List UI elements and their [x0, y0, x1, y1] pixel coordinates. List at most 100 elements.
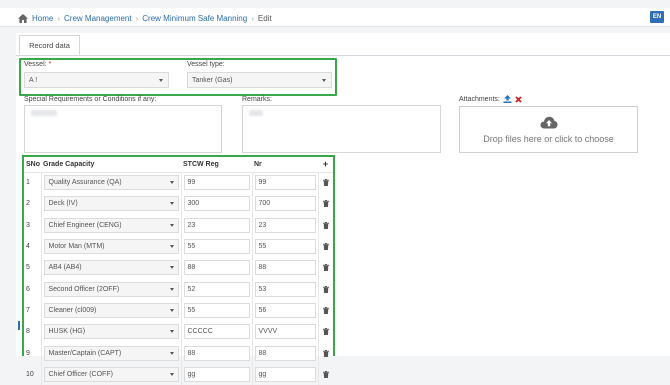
row-sno: 9	[26, 349, 30, 357]
row-delete-cell	[317, 299, 333, 322]
remarks-label: Remarks:	[242, 96, 272, 103]
special-requirements-label: Special Requirements or Conditions if an…	[24, 96, 157, 103]
row-grade-cell: Chief Officer (COFF)	[40, 363, 181, 385]
table-header-row: SNo Grade Capacity STCW Reg Nr +	[24, 157, 333, 173]
table-row: 5 AB4 (AB4) 88 88	[24, 257, 333, 279]
add-row-button[interactable]: +	[318, 157, 333, 173]
stcw-reg-input[interactable]: 300	[183, 196, 250, 212]
nr-input[interactable]: 23	[254, 217, 316, 233]
remarks-textarea[interactable]	[242, 105, 441, 153]
table-row: 7 Cleaner (cl009) 55 56	[24, 299, 333, 322]
table-row: 2 Deck (IV) 300 700	[24, 193, 333, 215]
nr-input[interactable]: 88	[254, 260, 316, 276]
tab-record-data[interactable]: Record data	[19, 35, 80, 55]
nr-input[interactable]: gg	[254, 366, 316, 382]
breadcrumb-current: Edit	[257, 13, 272, 23]
redacted-text	[31, 110, 57, 116]
stcw-reg-input[interactable]: gg	[183, 366, 250, 382]
grade-capacity-select[interactable]: Cleaner (cl009)	[43, 302, 179, 318]
trash-icon[interactable]	[321, 285, 332, 293]
grade-capacity-select[interactable]: AB4 (AB4)	[43, 260, 179, 276]
special-requirements-textarea[interactable]	[24, 105, 222, 153]
stcw-reg-input[interactable]: 88	[183, 260, 250, 276]
row-delete-cell	[317, 172, 333, 194]
nr-input[interactable]: 56	[254, 302, 316, 318]
language-button[interactable]: EN	[650, 11, 664, 23]
scroll-marker	[18, 321, 20, 330]
trash-icon[interactable]	[321, 179, 332, 187]
nr-input[interactable]: 700	[254, 196, 316, 212]
chevron-down-icon	[169, 245, 174, 249]
trash-icon[interactable]	[321, 306, 332, 314]
row-stcw-cell: 23	[180, 214, 252, 236]
chevron-down-icon	[169, 308, 174, 312]
grade-capacity-select[interactable]: Master/Captain (CAPT)	[43, 345, 179, 361]
row-grade-cell: Chief Engineer (CENG)	[40, 214, 181, 236]
vessel-type-select[interactable]: Tanker (Gas)	[187, 72, 332, 88]
nr-input[interactable]: VVVV	[254, 324, 316, 340]
tab-divider	[16, 55, 670, 56]
row-nr-cell: 700	[251, 193, 318, 215]
stcw-reg-input[interactable]: 88	[183, 345, 250, 361]
file-dropzone[interactable]: Drop files here or click to choose	[459, 106, 638, 153]
home-icon[interactable]	[18, 13, 28, 23]
breadcrumb-home[interactable]: Home	[32, 14, 53, 23]
grade-capacity-select[interactable]: Deck (IV)	[43, 196, 179, 212]
breadcrumb-separator: ›	[57, 13, 61, 23]
row-delete-cell	[317, 363, 333, 385]
stcw-reg-input[interactable]: 52	[183, 281, 250, 297]
cloud-upload-icon	[540, 116, 558, 131]
stcw-reg-input[interactable]: CCCCC	[183, 324, 250, 340]
upload-icon[interactable]	[503, 95, 512, 103]
row-stcw-cell: 52	[180, 278, 252, 300]
chevron-down-icon	[169, 223, 174, 227]
grade-capacity-select[interactable]: HUSK (HG)	[43, 324, 179, 340]
stcw-reg-input[interactable]: 55	[183, 302, 250, 318]
chevron-down-icon	[322, 79, 326, 82]
trash-icon[interactable]	[321, 243, 332, 251]
breadcrumb-separator: ›	[135, 13, 139, 23]
stcw-reg-input[interactable]: 55	[183, 239, 250, 255]
vessel-label: Vessel: *	[24, 61, 52, 68]
nr-input[interactable]: 53	[254, 281, 316, 297]
grade-capacity-select[interactable]: Second Officer (2OFF)	[43, 281, 179, 297]
row-nr-cell: VVVV	[251, 321, 318, 343]
stcw-reg-input[interactable]: 99	[183, 175, 250, 191]
chevron-down-icon	[169, 202, 174, 206]
grade-capacity-select[interactable]: Chief Officer (COFF)	[43, 366, 179, 382]
row-delete-cell	[317, 321, 333, 343]
stcw-reg-input[interactable]: 23	[183, 217, 250, 233]
row-delete-cell	[317, 342, 333, 364]
breadcrumb-crew-management[interactable]: Crew Management	[64, 14, 132, 23]
row-stcw-cell: 88	[180, 342, 252, 364]
trash-icon[interactable]	[321, 370, 332, 378]
row-sno: 4	[26, 243, 30, 251]
nr-input[interactable]: 55	[254, 239, 316, 255]
trash-icon[interactable]	[321, 221, 332, 229]
row-sno: 5	[26, 264, 30, 272]
grade-capacity-select[interactable]: Chief Engineer (CENG)	[43, 217, 179, 233]
remove-icon[interactable]	[515, 95, 522, 103]
required-mark: *	[48, 61, 52, 68]
trash-icon[interactable]	[321, 264, 332, 272]
row-sno: 6	[26, 285, 30, 293]
row-sno: 1	[26, 179, 30, 187]
grade-capacity-select[interactable]: Motor Man (MTM)	[43, 239, 179, 255]
nr-input[interactable]: 88	[254, 345, 316, 361]
row-delete-cell	[317, 235, 333, 258]
breadcrumb: Home › Crew Management › Crew Minimum Sa…	[18, 12, 272, 24]
nr-input[interactable]: 99	[254, 175, 316, 191]
breadcrumb-min-safe-manning[interactable]: Crew Minimum Safe Manning	[142, 14, 247, 23]
row-nr-cell: 88	[251, 342, 318, 364]
record-panel: Record data Vessel: * A ! Vessel type: T…	[16, 33, 670, 385]
chevron-down-icon	[169, 266, 174, 270]
table-row: 8 HUSK (HG) CCCCC VVVV	[24, 321, 333, 343]
chevron-down-icon	[169, 330, 174, 334]
vessel-select[interactable]: A !	[24, 72, 169, 88]
trash-icon[interactable]	[321, 328, 332, 336]
header-stcw-reg: STCW Reg	[181, 157, 252, 173]
table-row: 10 Chief Officer (COFF) gg gg	[24, 363, 333, 385]
grade-capacity-select[interactable]: Quality Assurance (QA)	[43, 175, 179, 191]
trash-icon[interactable]	[321, 200, 332, 208]
trash-icon[interactable]	[321, 349, 332, 357]
